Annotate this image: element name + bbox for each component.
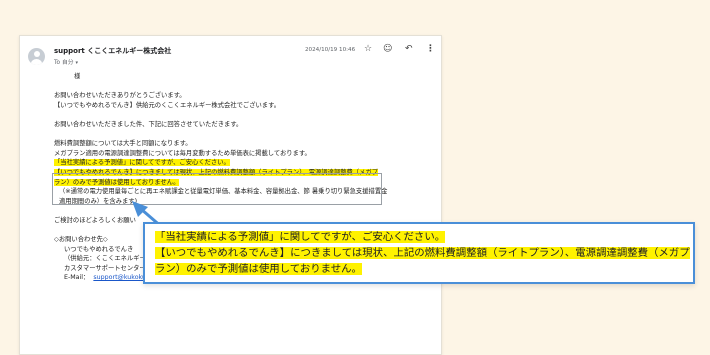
reply-icon[interactable]: ↶ xyxy=(405,45,413,54)
highlighted-line: 「当社実績による予測値」に関してですが、ご安心ください。 xyxy=(54,159,230,167)
body-line: メガプラン適用の電源調達調整費については毎月変動するため単価表に掲載しております… xyxy=(54,149,311,157)
body-line: お問い合わせいただきました件、下記に回答させていただきます。 xyxy=(54,120,243,128)
avatar xyxy=(28,48,45,65)
emoji-icon[interactable]: ☺ xyxy=(383,45,392,54)
star-icon[interactable]: ☆ xyxy=(364,45,372,54)
greeting-line: 様 xyxy=(74,73,81,80)
more-icon[interactable]: ⋮ xyxy=(426,45,435,54)
sender-name: support くこくエネルギー株式会社 xyxy=(54,47,172,55)
body-line: お問い合わせいただきありがとうございます。 xyxy=(54,92,186,100)
recipient-label: To 自分 xyxy=(54,60,74,66)
email-label: E-Mail： xyxy=(64,274,90,282)
zoom-line-2: 【いつでもやめれるでんき】につきましては現状、上記の燃料費調整額（ライトプラン）… xyxy=(155,247,690,259)
body-line: 燃料費調整額については大手と同額になります。 xyxy=(54,140,192,148)
body-line: 【いつでもやめれるでんき】供給元のくこくエネルギー株式会社でございます。 xyxy=(54,101,281,109)
highlight-frame xyxy=(52,173,382,205)
timestamp: 2024/10/19 10:46 xyxy=(305,47,356,53)
zoom-line-1: 「当社実績による予測値」に関してですが、ご安心ください。 xyxy=(155,231,446,243)
recipient-dropdown[interactable]: To 自分 ▾ xyxy=(54,57,78,66)
chevron-down-icon: ▾ xyxy=(75,60,79,66)
zoom-line-3: ラン）のみで予測値は使用しておりません。 xyxy=(155,263,362,275)
zoom-callout: 「当社実績による予測値」に関してですが、ご安心ください。 【いつでもやめれるでん… xyxy=(143,222,695,284)
